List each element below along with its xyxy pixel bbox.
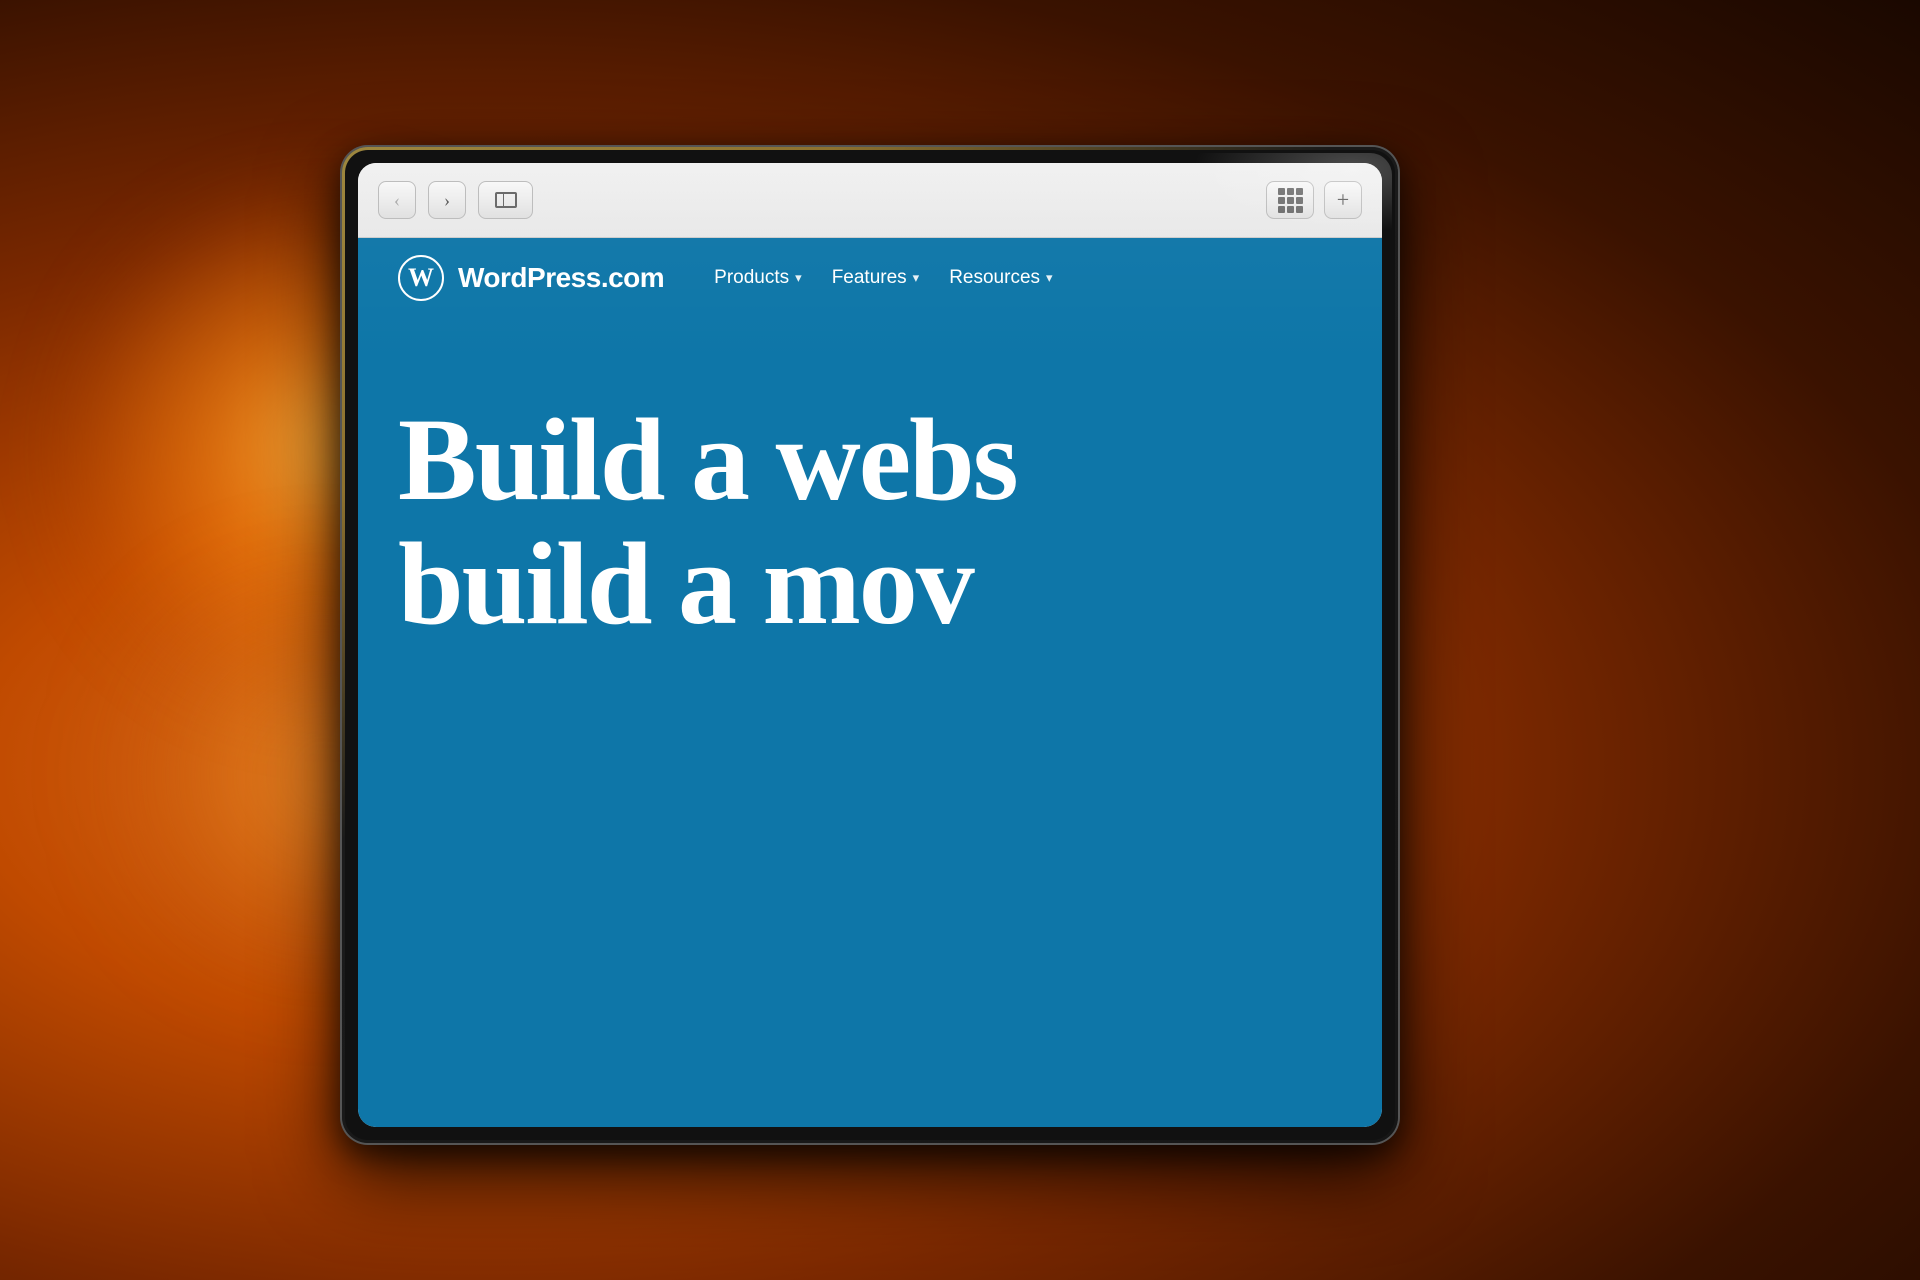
new-tab-button[interactable]: + — [1324, 181, 1362, 219]
forward-icon: › — [444, 190, 450, 211]
nav-products-label: Products — [714, 267, 789, 289]
wp-logo-icon: W — [398, 255, 444, 301]
sidebar-toggle-button[interactable] — [478, 181, 533, 219]
grid-icon — [1278, 188, 1303, 213]
nav-resources-arrow: ▾ — [1046, 270, 1053, 286]
nav-links: Products ▾ Features ▾ Resources ▾ — [714, 267, 1052, 289]
back-icon: ‹ — [394, 190, 400, 211]
website-content: W WordPress.com Products ▾ Features ▾ Re… — [358, 238, 1382, 1127]
sidebar-icon — [495, 192, 517, 208]
screen: ‹ › + — [358, 163, 1382, 1127]
browser-chrome: ‹ › + — [358, 163, 1382, 238]
forward-button[interactable]: › — [428, 181, 466, 219]
nav-item-resources[interactable]: Resources ▾ — [949, 267, 1052, 289]
hero-section: Build a webs build a mov — [358, 318, 1382, 646]
laptop-frame: ‹ › + — [340, 145, 1400, 1145]
nav-item-products[interactable]: Products ▾ — [714, 267, 802, 289]
nav-products-arrow: ▾ — [795, 270, 802, 286]
browser-right-buttons: + — [1266, 181, 1362, 219]
back-button[interactable]: ‹ — [378, 181, 416, 219]
nav-item-features[interactable]: Features ▾ — [832, 267, 920, 289]
wp-logo-text: WordPress.com — [458, 262, 664, 294]
hero-title: Build a webs build a mov — [398, 398, 1342, 646]
nav-features-label: Features — [832, 267, 907, 289]
hero-line-2: build a mov — [398, 522, 1342, 646]
nav-features-arrow: ▾ — [913, 270, 920, 286]
hero-line-1: Build a webs — [398, 398, 1342, 522]
wp-logo[interactable]: W WordPress.com — [398, 255, 664, 301]
wordpress-nav: W WordPress.com Products ▾ Features ▾ Re… — [358, 238, 1382, 318]
plus-icon: + — [1337, 187, 1349, 213]
nav-resources-label: Resources — [949, 267, 1040, 289]
grid-view-button[interactable] — [1266, 181, 1314, 219]
